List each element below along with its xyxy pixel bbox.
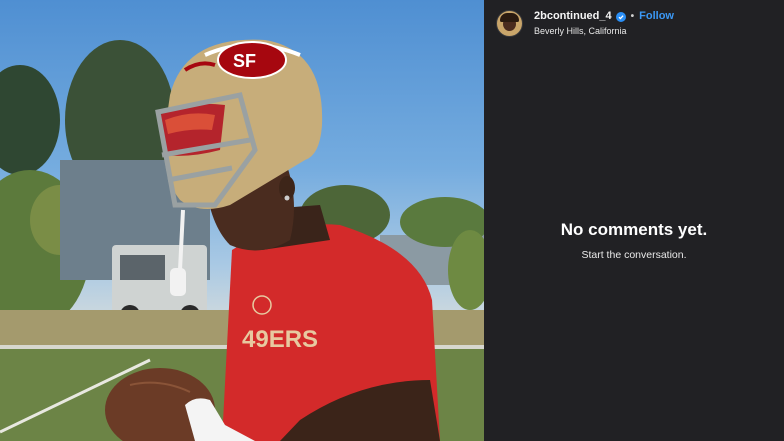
empty-comments-title: No comments yet. (560, 220, 708, 239)
avatar[interactable] (496, 10, 523, 37)
location[interactable]: Beverly Hills, California (534, 27, 674, 36)
empty-comments-subtitle: Start the conversation. (581, 249, 687, 261)
verified-badge-icon (615, 11, 626, 22)
post-viewer: 49ERS SF 2bcontinued_4 • Follow Beverly … (0, 0, 784, 441)
post-meta: 2bcontinued_4 • Follow Beverly Hills, Ca… (534, 11, 674, 36)
separator-dot: • (630, 10, 635, 22)
follow-button[interactable]: Follow (639, 11, 674, 22)
photo-illustration: 49ERS SF (0, 39, 484, 441)
post-header: 2bcontinued_4 • Follow Beverly Hills, Ca… (496, 10, 674, 37)
avatar-cap (500, 13, 519, 22)
username[interactable]: 2bcontinued_4 (534, 11, 612, 22)
username-row: 2bcontinued_4 • Follow (534, 11, 674, 22)
helmet-logo-text: SF (233, 51, 256, 71)
empty-comments: No comments yet. Start the conversation. (484, 220, 784, 261)
comments-panel: 2bcontinued_4 • Follow Beverly Hills, Ca… (484, 0, 784, 441)
post-photo[interactable]: 49ERS SF (0, 0, 484, 441)
shirt-text: 49ERS (242, 326, 318, 353)
